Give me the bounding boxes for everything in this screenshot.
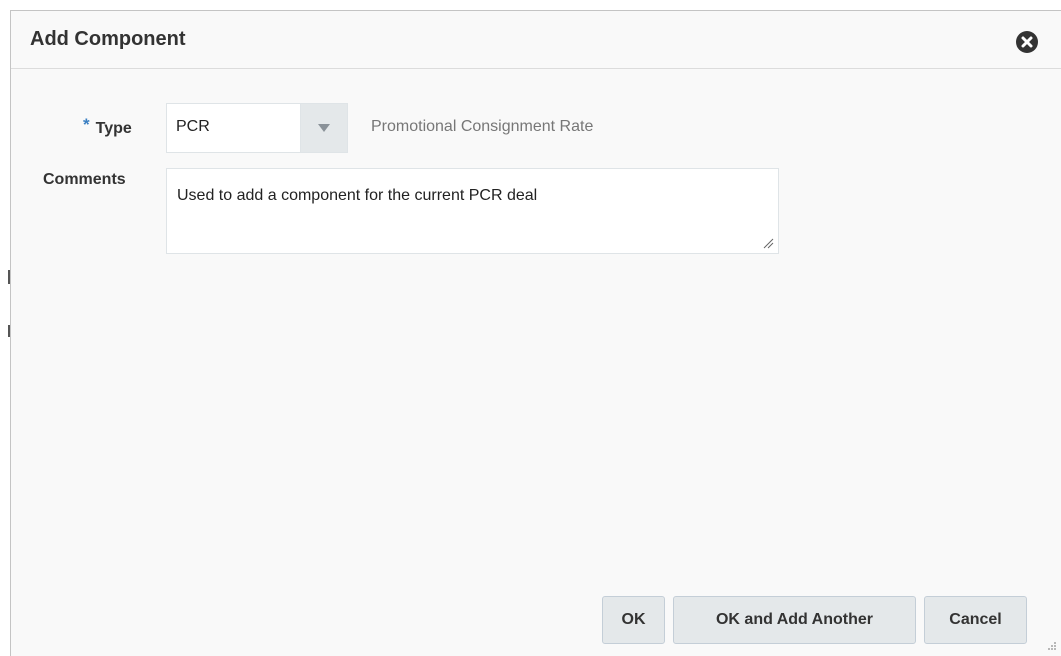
- close-icon[interactable]: [1016, 31, 1038, 53]
- comments-value: Used to add a component for the current …: [177, 187, 538, 204]
- comments-label: Comments: [43, 171, 126, 188]
- dialog-resize-icon[interactable]: [1045, 641, 1057, 653]
- type-label-text: Type: [95, 120, 132, 137]
- ok-and-add-another-button[interactable]: OK and Add Another: [673, 596, 916, 644]
- required-marker: *: [83, 115, 90, 134]
- add-component-dialog: Add Component * Type PCR Promotional Cons…: [10, 10, 1061, 656]
- background-top: [0, 0, 1061, 10]
- chevron-down-icon: [318, 124, 330, 132]
- dialog-header: Add Component: [11, 11, 1061, 69]
- ok-button[interactable]: OK: [602, 596, 665, 644]
- type-description: Promotional Consignment Rate: [371, 118, 594, 135]
- resize-grip-icon[interactable]: [762, 237, 774, 249]
- type-select-value: PCR: [176, 118, 210, 135]
- cancel-button[interactable]: Cancel: [924, 596, 1027, 644]
- dialog-title: Add Component: [30, 28, 186, 50]
- type-select[interactable]: PCR: [166, 103, 348, 153]
- type-label: * Type: [83, 115, 132, 138]
- comments-textarea[interactable]: Used to add a component for the current …: [166, 168, 779, 254]
- type-dropdown-button[interactable]: [300, 104, 347, 152]
- background-left: [0, 0, 10, 656]
